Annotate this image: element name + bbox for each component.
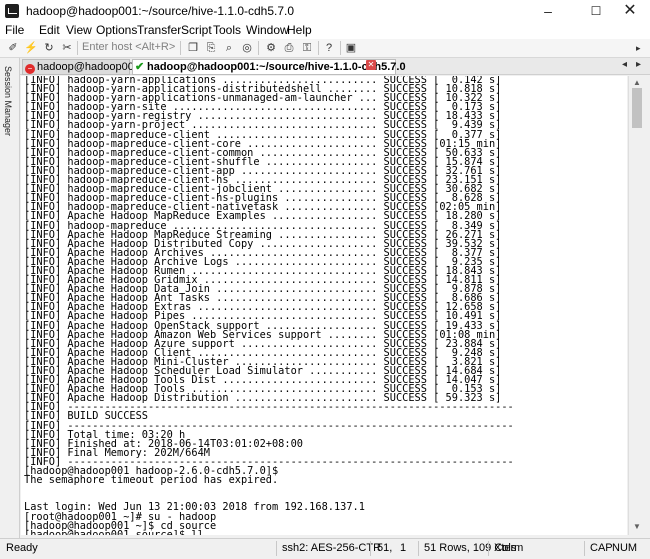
toolbar-separator [180,41,181,55]
toolbar-separator [318,41,319,55]
toolbar-overflow-icon[interactable]: ▸ [636,43,641,54]
status-term: Xterm [494,542,524,554]
menu-bar: File Edit View Options Transfer Script T… [0,22,650,39]
status-separator [276,541,277,556]
scroll-up-icon[interactable]: ▲ [633,78,641,87]
status-cap: CAP [590,542,613,554]
settings-icon[interactable]: ⚙ [264,41,278,55]
help-icon[interactable]: ? [322,41,336,55]
tab-close-icon[interactable]: ✕ [366,60,376,70]
close-button[interactable]: ✕ [614,0,646,22]
tab-session-home[interactable]: − hadoop@hadoop001:~ [22,59,149,75]
disconnected-icon: − [25,64,35,74]
menu-options[interactable]: Options [96,23,137,37]
menu-view[interactable]: View [66,23,92,37]
enter-host-field[interactable]: Enter host <Alt+R> [82,41,175,53]
status-separator [488,541,489,556]
terminal-line: [hadoop@hadoop001 source]$ ll [24,528,204,535]
key-icon[interactable]: ⚿ [300,41,314,55]
toolbar-separator [258,41,259,55]
terminal-scrollbar[interactable]: ▲ ▼ [628,76,647,535]
connect-icon[interactable]: ✐ [6,41,20,55]
status-bar: Ready ssh2: AES-256-CTR 51, 1 51 Rows, 1… [0,538,650,559]
minimize-button[interactable]: – [532,0,564,22]
status-separator [418,541,419,556]
print-icon[interactable]: ⎙ [282,41,296,55]
binoculars-icon[interactable]: ◎ [240,41,254,55]
status-separator [584,541,585,556]
menu-window[interactable]: Window [246,23,289,37]
status-separator [370,541,371,556]
status-col: 1 [400,542,407,554]
status-protocol: ssh2: AES-256-CTR [282,542,382,554]
disconnect-icon[interactable]: ✂ [60,41,74,55]
window-title: hadoop@hadoop001:~/source/hive-1.1.0-cdh… [26,4,295,18]
session-icon[interactable]: ▣ [344,41,358,55]
terminal-line: The semaphore timeout period has expired… [24,474,279,487]
scroll-down-icon[interactable]: ▼ [633,522,641,531]
toolbar: ✐ ⚡ ↻ ✂ Enter host <Alt+R> ❐ ⎘ ⌕ ◎ ⚙ ⎙ ⚿… [0,39,650,58]
maximize-button[interactable]: ☐ [580,0,612,22]
tab-scroll-right-icon[interactable]: ▸ [636,59,641,70]
toolbar-separator [77,41,78,55]
tab-session-hive[interactable]: ✔ hadoop@hadoop001:~/source/hive-1.1.0-cd… [132,59,406,75]
tab-bar: − hadoop@hadoop001:~ ✔ hadoop@hadoop001:~/… [20,58,650,75]
status-ready: Ready [6,542,38,554]
toolbar-separator [340,41,341,55]
tab-scroll-left-icon[interactable]: ◂ [622,59,627,70]
find-icon[interactable]: ⌕ [222,41,236,55]
menu-script[interactable]: Script [181,23,212,37]
status-num: NUM [612,542,638,554]
reconnect-icon[interactable]: ↻ [42,41,56,55]
scroll-thumb[interactable] [632,88,642,128]
menu-file[interactable]: File [5,23,24,37]
quick-connect-icon[interactable]: ⚡ [24,41,38,55]
terminal-lines: [INFO] hadoop-yarn-applications ........… [24,76,514,535]
menu-edit[interactable]: Edit [39,23,60,37]
menu-tools[interactable]: Tools [213,23,241,37]
title-bar: hadoop@hadoop001:~/source/hive-1.1.0-cdh… [0,0,650,23]
connected-check-icon: ✔ [135,61,145,73]
status-row: 51, [377,542,393,554]
securecrt-app-icon [5,4,19,18]
menu-help[interactable]: Help [287,23,312,37]
menu-transfer[interactable]: Transfer [137,23,181,37]
session-manager-panel[interactable]: Session Manager [0,58,20,538]
session-manager-label: Session Manager [3,66,13,137]
copy-icon[interactable]: ❐ [186,41,200,55]
paste-icon[interactable]: ⎘ [204,41,218,55]
terminal-output[interactable]: [INFO] hadoop-yarn-applications ........… [21,76,627,535]
